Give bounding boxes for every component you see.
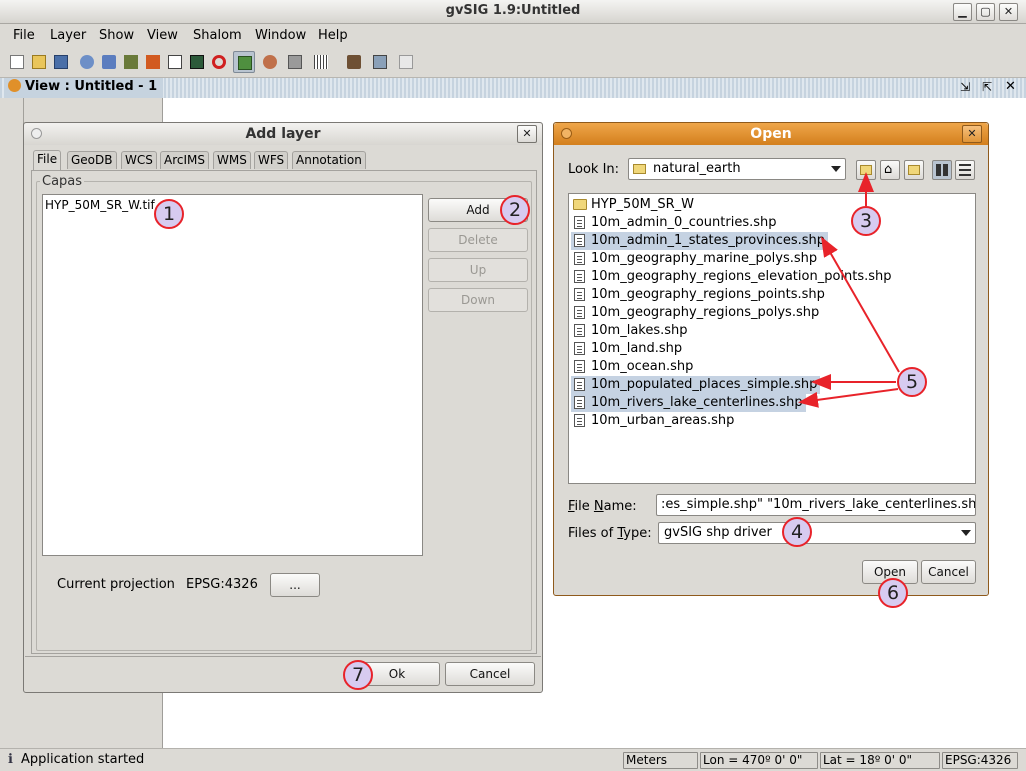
arrow-to-states-provinces [821, 236, 900, 373]
annotation-marker-1: 1 [154, 199, 184, 229]
status-units: Meters [623, 752, 698, 769]
annotation-marker-7: 7 [343, 660, 373, 690]
status-lon: Lon = 470º 0' 0" [700, 752, 818, 769]
annotation-marker-4: 4 [782, 517, 812, 547]
annotation-marker-6: 6 [878, 578, 908, 608]
arrow-to-rivers [798, 388, 899, 408]
annotation-marker-3: 3 [851, 206, 881, 236]
annotation-marker-5: 5 [897, 367, 927, 397]
info-icon: ℹ [8, 752, 13, 767]
annotation-arrows [798, 172, 900, 408]
status-lat: Lat = 18º 0' 0" [820, 752, 940, 769]
annotation-marker-2: 2 [500, 195, 530, 225]
status-message: Application started [21, 752, 145, 767]
status-bar: ℹ Application started Meters Lon = 470º … [0, 748, 1026, 771]
status-crs: EPSG:4326 [942, 752, 1018, 769]
